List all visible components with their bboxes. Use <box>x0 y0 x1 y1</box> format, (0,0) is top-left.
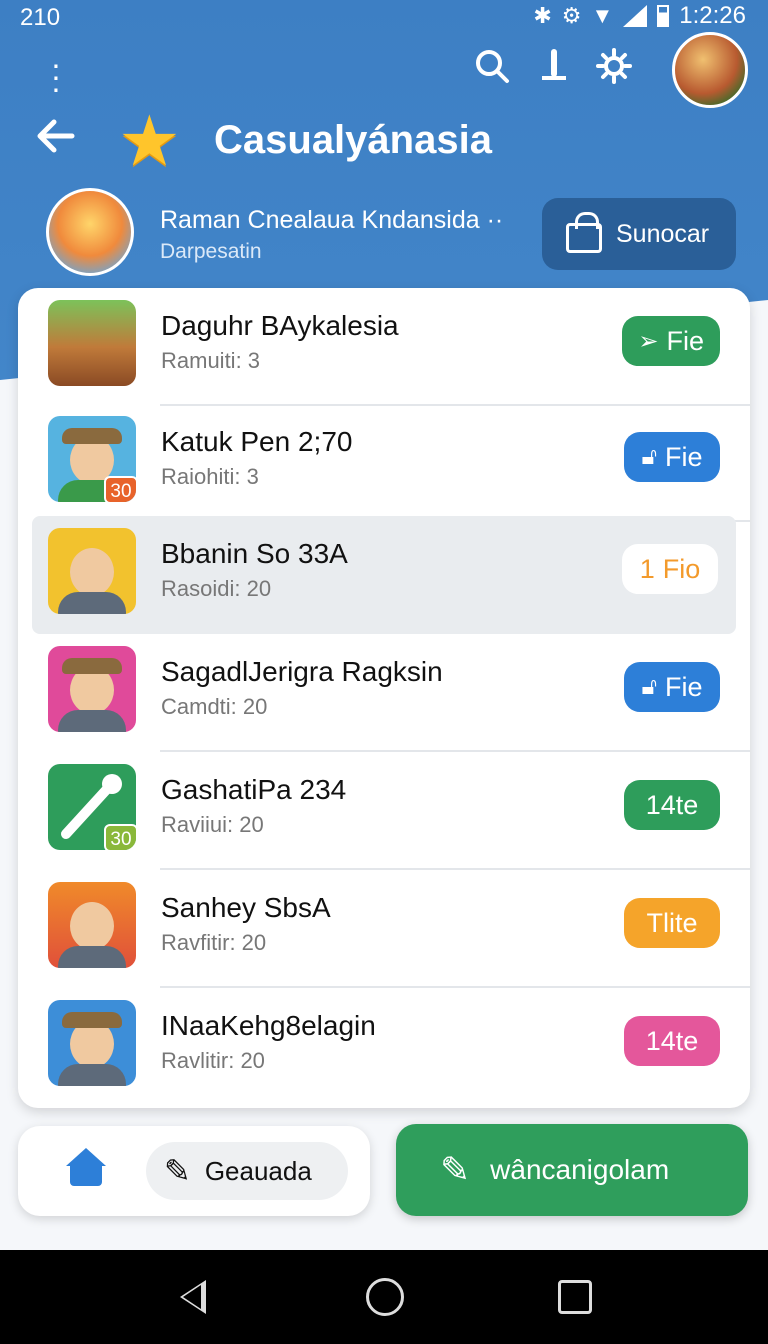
item-action-label: Fio <box>662 553 701 584</box>
signal-icon <box>623 5 648 27</box>
item-thumbnail: 30 <box>48 764 136 850</box>
item-name: Bbanin So 33A <box>161 538 348 569</box>
nav-recents-icon[interactable] <box>558 1280 592 1314</box>
home-icon[interactable] <box>66 1148 106 1188</box>
profile-subtitle: Darpesatin <box>160 240 262 263</box>
pen-icon: ✎ <box>164 1153 191 1189</box>
list-item[interactable]: Sanhey SbsA Ravfitir: 20 Tlite <box>18 870 750 988</box>
vibrate-icon: ⚙ <box>561 3 582 28</box>
item-thumbnail <box>48 1000 136 1086</box>
nav-home-icon[interactable] <box>366 1278 404 1316</box>
list-item[interactable]: 30 GashatiPa 234 Raviiui: 20 14te <box>18 752 750 870</box>
item-name: Daguhr BAykalesia <box>161 310 399 341</box>
profile-row: Raman Cnealaua Kndansida ·· Darpesatin S… <box>0 186 768 282</box>
bottom-tab-bar: ✎ Geauada <box>18 1126 370 1216</box>
item-thumbnail <box>48 528 136 614</box>
item-meta: Ravlitir: 20 <box>161 1048 265 1073</box>
item-badge: 30 <box>104 824 136 850</box>
item-name: Katuk Pen 2;70 <box>161 426 353 457</box>
list-item[interactable]: INaaKehg8elagin Ravlitir: 20 14te <box>18 988 750 1106</box>
profile-avatar[interactable] <box>46 188 134 276</box>
item-meta: Rasoidi: 20 <box>161 576 272 601</box>
item-badge: 30 <box>104 476 136 502</box>
list-item[interactable]: Daguhr BAykalesia Ramuiti: 3 ➢ Fie <box>18 288 750 406</box>
page-title: Casualyánasia <box>214 118 492 162</box>
list-item[interactable]: SagadlJerigra Ragksin Camdti: 20 🔓︎ Fie <box>18 634 750 752</box>
more-options-icon[interactable]: · · · <box>44 48 68 104</box>
item-action-button[interactable]: Tlite <box>624 898 720 948</box>
item-action-button[interactable]: 🔓︎ Fie <box>624 662 720 712</box>
list-item-selected[interactable]: Bbanin So 33A Rasoidi: 20 1 Fio <box>32 516 736 634</box>
item-thumbnail <box>48 646 136 732</box>
item-action-label: 14te <box>645 1025 699 1056</box>
draft-label: Geauada <box>204 1155 312 1186</box>
send-icon: ➢ <box>638 327 659 355</box>
unlock-icon: 🔓︎ <box>641 673 658 700</box>
lock-icon <box>566 212 602 253</box>
back-arrow-icon[interactable] <box>34 114 78 169</box>
item-name: GashatiPa 234 <box>161 774 347 805</box>
upload-icon[interactable] <box>536 48 572 93</box>
system-nav-bar <box>0 1250 768 1344</box>
status-left-text: 210 <box>20 4 61 31</box>
account-avatar[interactable] <box>672 32 748 108</box>
item-action-label: Fie <box>666 325 704 356</box>
item-thumbnail: 30 <box>48 416 136 502</box>
unlock-icon: 🔓︎ <box>641 443 658 470</box>
pencil-icon: ✎ <box>440 1149 471 1190</box>
item-list: Daguhr BAykalesia Ramuiti: 3 ➢ Fie 30 Ka… <box>18 288 750 1108</box>
item-name: Sanhey SbsA <box>161 892 331 923</box>
item-name: INaaKehg8elagin <box>161 1010 376 1041</box>
settings-icon[interactable] <box>596 48 632 93</box>
compose-button[interactable]: ✎ wâncanigolam <box>396 1124 748 1216</box>
item-meta: Raviiui: 20 <box>161 812 264 837</box>
battery-icon <box>657 5 670 27</box>
item-action-prefix: 1 <box>639 553 655 584</box>
item-action-button[interactable]: 14te <box>624 1016 720 1066</box>
item-action-button[interactable]: 🔓︎ Fie <box>624 432 720 482</box>
subscribe-button[interactable]: Sunocar <box>542 198 736 270</box>
compose-label: wâncanigolam <box>490 1154 670 1185</box>
bluetooth-icon: ✱ <box>533 3 552 28</box>
item-thumbnail <box>48 882 136 968</box>
list-item[interactable]: 30 Katuk Pen 2;70 Raiohiti: 3 🔓︎ Fie <box>18 404 750 522</box>
star-icon: ★ <box>118 102 181 180</box>
item-action-label: 14te <box>645 789 699 820</box>
title-row: ★ Casualyánasia <box>0 100 768 180</box>
item-action-button[interactable]: 14te <box>624 780 720 830</box>
item-meta: Camdti: 20 <box>161 694 268 719</box>
draft-button[interactable]: ✎ Geauada <box>146 1142 348 1200</box>
item-thumbnail <box>48 300 136 386</box>
status-time: 1:2:26 <box>679 2 746 29</box>
item-action-label: Fie <box>665 671 703 702</box>
status-bar: 210 ✱ ⚙ ▼ 1:2:26 <box>0 0 768 34</box>
item-action-label: Fie <box>665 441 703 472</box>
profile-name: Raman Cnealaua Kndansida ·· <box>160 206 504 234</box>
item-meta: Raiohiti: 3 <box>161 464 259 489</box>
search-icon[interactable] <box>474 48 510 93</box>
item-action-button[interactable]: 1 Fio <box>622 544 718 594</box>
subscribe-label: Sunocar <box>616 219 710 248</box>
item-meta: Ramuiti: 3 <box>161 348 261 373</box>
wifi-icon: ▼ <box>591 3 614 28</box>
item-action-button[interactable]: ➢ Fie <box>622 316 720 366</box>
item-action-label: Tlite <box>646 907 698 938</box>
item-name: SagadlJerigra Ragksin <box>161 656 443 687</box>
nav-back-icon[interactable] <box>180 1280 206 1314</box>
item-meta: Ravfitir: 20 <box>161 930 267 955</box>
